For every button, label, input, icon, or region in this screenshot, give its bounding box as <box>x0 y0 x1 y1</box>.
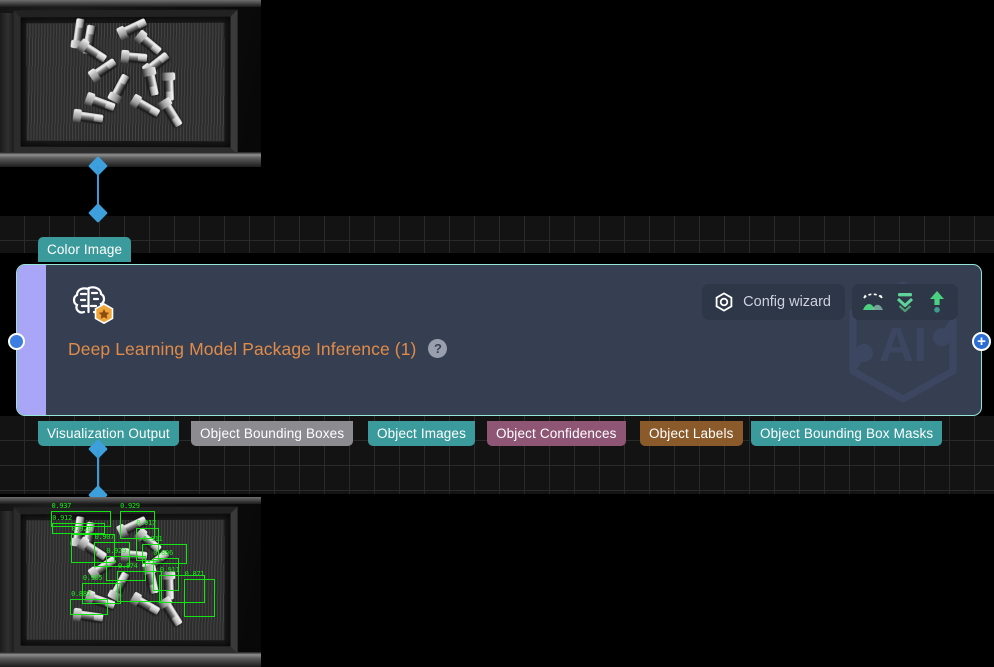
config-wizard-button[interactable]: Config wizard <box>702 284 845 320</box>
bin-rim-top <box>0 0 261 7</box>
output-port-object-bounding-boxes[interactable]: Object Bounding Boxes <box>191 421 354 446</box>
output-port-label: Visualization Output <box>47 426 170 441</box>
detection-label: 0.912 <box>52 513 72 522</box>
output-port-label: Object Labels <box>649 426 734 441</box>
hexagon-gear-icon <box>715 292 733 312</box>
node-body: AI Deep Learning Model Package Inference… <box>46 265 981 415</box>
output-port-object-confidences[interactable]: Object Confidences <box>487 421 626 446</box>
node-input-connector[interactable] <box>8 333 25 350</box>
node-instance-count: (1) <box>394 339 417 359</box>
detection-label: 0.911 <box>159 566 180 575</box>
output-port-visualization-output[interactable]: Visualization Output <box>38 421 179 446</box>
config-wizard-label: Config wizard <box>743 294 831 310</box>
detection-label: 0.905 <box>82 573 103 582</box>
detection-label: 0.929 <box>106 546 126 555</box>
input-port-color-image[interactable]: Color Image <box>38 237 132 262</box>
svg-text:AI: AI <box>879 319 927 372</box>
output-port-label: Object Confidences <box>496 426 617 441</box>
canvas-grid-region-top <box>0 216 994 253</box>
output-port-label: Object Bounding Box Masks <box>760 426 934 441</box>
collapse-chevrons-icon[interactable] <box>892 289 918 315</box>
graph-canvas[interactable]: Color Image AI Deep Learning Model Packa… <box>0 0 994 667</box>
detection-label: 0.871 <box>184 570 205 579</box>
node-title: Deep Learning Model Package Inference (1… <box>68 339 448 360</box>
detection-overlay: 0.937 0.912 0.929 0.928 0.917 0.907 0.911 0.929… <box>0 497 261 667</box>
bolt <box>124 52 148 64</box>
output-port-object-images[interactable]: Object Images <box>368 421 475 446</box>
detection-label: 0.874 <box>118 561 138 570</box>
bin-frame <box>13 9 239 155</box>
visualization-output-thumbnail[interactable]: 0.937 0.912 0.929 0.928 0.917 0.907 0.911 0.929… <box>0 497 261 667</box>
input-port-label: Color Image <box>47 242 123 257</box>
download-arrow-icon[interactable] <box>924 289 950 315</box>
bin-rim-bottom <box>0 151 261 167</box>
node-deep-learning-model-package-inference[interactable]: AI Deep Learning Model Package Inference… <box>16 264 982 416</box>
add-port-button[interactable]: + <box>972 332 991 351</box>
output-port-label: Object Images <box>377 426 466 441</box>
help-icon[interactable]: ? <box>428 339 448 358</box>
detection-box: 0.874 <box>117 562 162 603</box>
detection-label: 0.928 <box>71 524 92 533</box>
output-port-label: Object Bounding Boxes <box>200 426 345 441</box>
detection-label: 0.937 <box>51 501 72 510</box>
detection-box: 0.882 <box>70 590 109 616</box>
detection-label: 0.911 <box>142 534 163 543</box>
visualization-toggle-icon[interactable] <box>860 289 886 315</box>
output-port-object-labels[interactable]: Object Labels <box>640 421 743 446</box>
output-port-object-bounding-box-masks[interactable]: Object Bounding Box Masks <box>751 421 943 446</box>
node-icon-toolbar <box>852 284 958 320</box>
detection-label: 0.907 <box>94 533 115 542</box>
input-color-image-thumbnail[interactable] <box>0 0 261 167</box>
detection-box: 0.871 <box>184 570 216 617</box>
detection-label: 0.896 <box>153 549 173 558</box>
brain-model-package-icon <box>72 286 114 324</box>
node-title-text: Deep Learning Model Package Inference <box>68 339 390 359</box>
detection-label: 0.882 <box>71 590 91 598</box>
detection-label: 0.929 <box>120 501 140 510</box>
detection-label: 0.917 <box>136 519 156 528</box>
